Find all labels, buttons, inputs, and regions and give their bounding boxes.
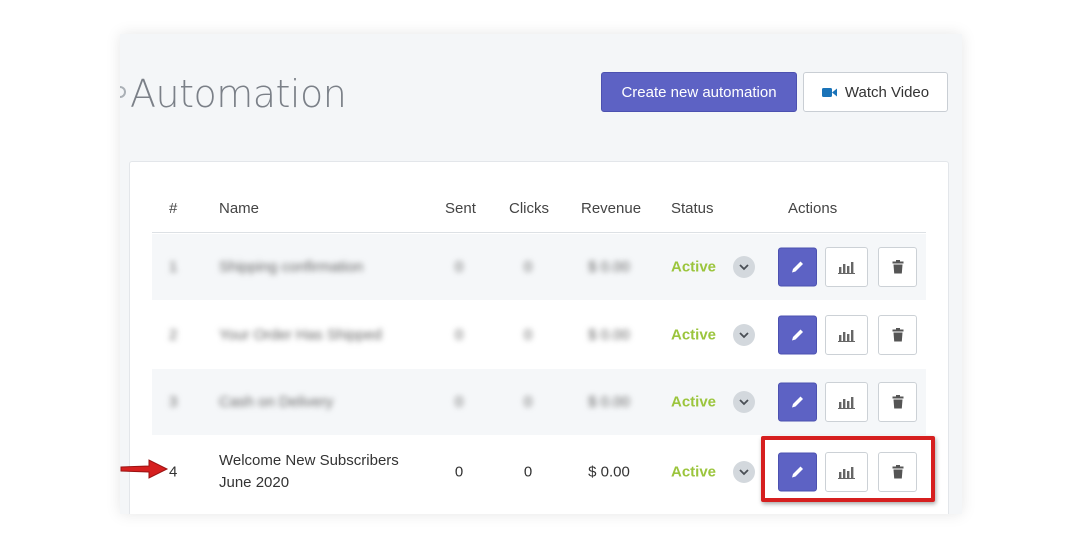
video-camera-icon bbox=[821, 87, 837, 98]
header-divider bbox=[152, 232, 926, 233]
create-automation-button[interactable]: Create new automation bbox=[601, 72, 797, 112]
row-revenue: $ 0.00 bbox=[588, 463, 630, 481]
col-clicks: Clicks bbox=[509, 200, 549, 217]
trash-icon bbox=[892, 260, 903, 274]
status-badge: Active bbox=[671, 393, 717, 411]
status-badge: Active bbox=[671, 258, 717, 276]
row-sent: 0 bbox=[454, 258, 464, 276]
row-sent: 0 bbox=[454, 393, 464, 411]
pencil-icon bbox=[792, 329, 803, 341]
row-num: 2 bbox=[169, 326, 178, 344]
stats-button[interactable] bbox=[825, 315, 868, 355]
watch-video-button[interactable]: Watch Video bbox=[803, 72, 948, 112]
row-clicks: 0 bbox=[523, 463, 533, 481]
trash-icon bbox=[892, 395, 903, 409]
watch-video-label: Watch Video bbox=[844, 83, 930, 101]
row-sent: 0 bbox=[454, 326, 464, 344]
row-name-line2: June 2020 bbox=[219, 474, 290, 491]
row-num: 1 bbox=[169, 258, 178, 276]
row-name[interactable]: Your Order Has Shipped bbox=[219, 327, 382, 344]
row-name[interactable]: Cash on Delivery bbox=[219, 394, 333, 411]
col-status: Status bbox=[671, 200, 714, 217]
row-clicks: 0 bbox=[523, 393, 533, 411]
row-name[interactable]: Welcome New Subscribers June 2020 bbox=[219, 450, 409, 494]
col-sent: Sent bbox=[445, 200, 476, 217]
bar-chart-icon bbox=[837, 262, 855, 274]
row-name-line1: Welcome New Subscribers bbox=[219, 452, 399, 469]
stats-button[interactable] bbox=[825, 247, 868, 287]
chevron-down-icon[interactable] bbox=[733, 324, 755, 346]
row-clicks: 0 bbox=[523, 258, 533, 276]
table-row: 1 Shipping confirmation 0 0 $ 0.00 Activ… bbox=[152, 234, 926, 300]
pencil-icon bbox=[792, 396, 803, 408]
status-badge: Active bbox=[671, 326, 717, 344]
row-revenue: $ 0.00 bbox=[588, 393, 630, 411]
actions-highlight-box bbox=[761, 436, 935, 502]
create-automation-label: Create new automation bbox=[621, 83, 777, 101]
edit-button[interactable] bbox=[778, 247, 817, 287]
pencil-icon bbox=[792, 261, 803, 273]
row-num: 3 bbox=[169, 393, 178, 411]
col-num: # bbox=[169, 200, 178, 217]
delete-button[interactable] bbox=[878, 315, 917, 355]
row-sent: 0 bbox=[454, 463, 464, 481]
row-revenue: $ 0.00 bbox=[588, 258, 630, 276]
col-name: Name bbox=[219, 200, 260, 217]
status-badge: Active bbox=[671, 463, 717, 481]
page-title: Automation bbox=[120, 72, 347, 116]
stats-button[interactable] bbox=[825, 382, 868, 422]
delete-button[interactable] bbox=[878, 382, 917, 422]
row-name[interactable]: Shipping confirmation bbox=[219, 259, 363, 276]
red-arrow-icon bbox=[119, 458, 169, 485]
cropped-icon bbox=[120, 86, 126, 98]
col-revenue: Revenue bbox=[581, 200, 642, 217]
edit-button[interactable] bbox=[778, 315, 817, 355]
bar-chart-icon bbox=[837, 397, 855, 409]
table-header: # Name Sent Clicks Revenue Status Action… bbox=[130, 200, 948, 220]
bar-chart-icon bbox=[837, 330, 855, 342]
trash-icon bbox=[892, 328, 903, 342]
table-row: 3 Cash on Delivery 0 0 $ 0.00 Active bbox=[152, 369, 926, 435]
row-revenue: $ 0.00 bbox=[588, 326, 630, 344]
delete-button[interactable] bbox=[878, 247, 917, 287]
table-row: 2 Your Order Has Shipped 0 0 $ 0.00 Acti… bbox=[152, 302, 926, 368]
chevron-down-icon[interactable] bbox=[733, 461, 755, 483]
edit-button[interactable] bbox=[778, 382, 817, 422]
chevron-down-icon[interactable] bbox=[733, 391, 755, 413]
row-clicks: 0 bbox=[523, 326, 533, 344]
chevron-down-icon[interactable] bbox=[733, 256, 755, 278]
row-num: 4 bbox=[169, 463, 178, 481]
col-actions: Actions bbox=[788, 200, 838, 217]
